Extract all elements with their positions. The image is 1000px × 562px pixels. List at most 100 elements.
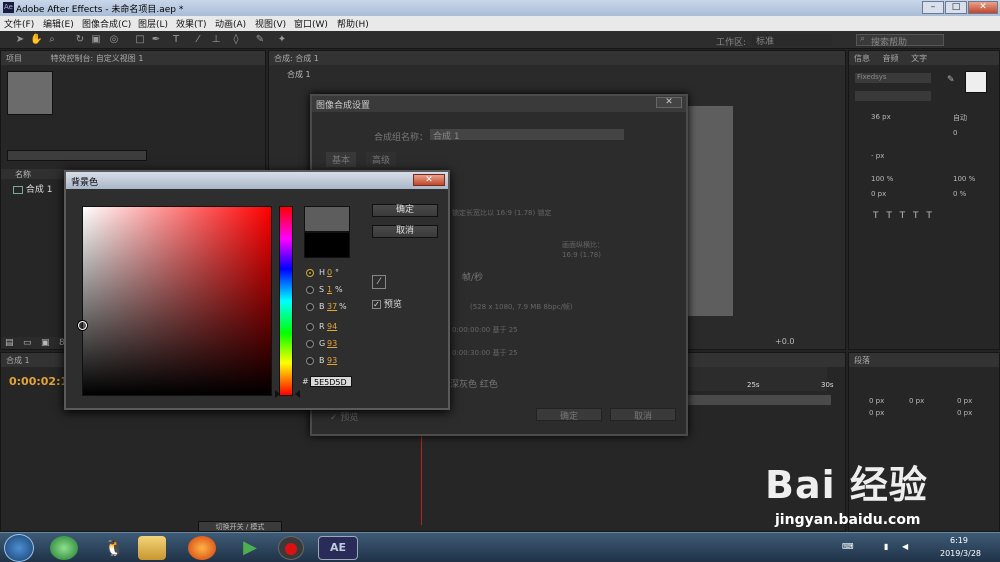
toggle-switches-modes[interactable]: 切换开关 / 模式 (198, 521, 282, 532)
puppet-tool-icon[interactable]: ✦ (276, 34, 288, 46)
tab-project[interactable]: 项目 (6, 54, 22, 63)
brightness-value[interactable]: 37 (327, 302, 337, 311)
font-size-value[interactable]: 36 px (871, 113, 891, 121)
project-item[interactable]: 合成 1 (13, 182, 52, 195)
new-comp-icon[interactable]: ▣ (41, 338, 50, 348)
tab-paragraph[interactable]: 段落 (854, 356, 870, 365)
picker-cancel-button[interactable]: 取消 (372, 225, 438, 238)
app-360-icon[interactable] (50, 536, 78, 560)
tab-advanced[interactable]: 高级 (366, 152, 397, 167)
comp-preview-checkbox[interactable]: ✓ 预览 (330, 410, 358, 423)
vertical-scale-value[interactable]: 100 % (871, 175, 893, 183)
tab-text[interactable]: 文字 (911, 54, 927, 63)
pan-behind-tool-icon[interactable]: ◎ (108, 34, 120, 46)
tab-info[interactable]: 信息 (854, 54, 870, 63)
brush-tool-icon[interactable]: ⁄ (192, 34, 204, 46)
tray-volume-icon[interactable]: ◀ (902, 542, 908, 551)
menu-layer[interactable]: 图层(L) (138, 17, 168, 30)
zoom-tool-icon[interactable]: ⌕ (46, 34, 58, 46)
pen-tool-icon[interactable]: ✒ (150, 34, 162, 46)
project-search-input[interactable] (7, 150, 147, 161)
menu-composition[interactable]: 图像合成(C) (82, 17, 131, 30)
column-name[interactable]: 名称 (15, 170, 31, 179)
search-help-input[interactable]: 搜索帮助 (856, 34, 944, 48)
clock-time[interactable]: 6:19 (950, 536, 968, 545)
firefox-icon[interactable] (188, 536, 216, 560)
leading-value[interactable]: 自动 (953, 113, 967, 123)
indent-left-value[interactable]: 0 px (869, 397, 884, 405)
current-timecode[interactable]: 0:00:02:1 (9, 375, 68, 388)
preview-checkbox[interactable]: ✓ 预览 (372, 297, 402, 310)
saturation-radio[interactable] (306, 286, 314, 294)
mask-tool-icon[interactable]: □ (134, 34, 146, 46)
green-radio[interactable] (306, 340, 314, 348)
tab-timeline-comp[interactable]: 合成 1 (6, 356, 30, 365)
red-value[interactable]: 94 (327, 322, 337, 331)
comp-name-input[interactable]: 合成 1 (430, 129, 624, 142)
comp-cancel-button[interactable]: 取消 (610, 408, 676, 422)
clock-date[interactable]: 2019/3/28 (940, 549, 981, 558)
menu-effect[interactable]: 效果(T) (176, 17, 207, 30)
menu-help[interactable]: 帮助(H) (337, 17, 369, 30)
menu-edit[interactable]: 编辑(E) (43, 17, 74, 30)
tray-keyboard-icon[interactable]: ⌨ (842, 542, 854, 551)
color-field-cursor[interactable] (78, 321, 87, 330)
blue-value[interactable]: 93 (327, 356, 337, 365)
text-tool-icon[interactable]: T (170, 34, 182, 46)
start-button[interactable] (4, 534, 34, 562)
red-radio[interactable] (306, 323, 314, 331)
workspace-select[interactable]: 标准 (752, 34, 832, 47)
menu-file[interactable]: 文件(F) (4, 17, 34, 30)
green-value[interactable]: 93 (327, 339, 337, 348)
menu-animation[interactable]: 动画(A) (215, 17, 246, 30)
minimize-button[interactable]: – (922, 1, 944, 14)
video-player-icon[interactable]: ▶ (236, 536, 264, 560)
hue-slider[interactable] (279, 206, 293, 396)
duration-value[interactable]: 0:00:30:00 基于 25 (452, 348, 518, 358)
interpret-icon[interactable]: ▤ (5, 338, 14, 348)
tab-basic[interactable]: 基本 (326, 152, 357, 167)
after-effects-taskbar-icon[interactable]: AE (318, 536, 358, 560)
font-style-select[interactable] (855, 91, 931, 101)
rotate-tool-icon[interactable]: ↻ (74, 34, 86, 46)
menu-window[interactable]: 窗口(W) (294, 17, 328, 30)
baseline-shift-value[interactable]: 0 px (871, 190, 886, 198)
hex-input[interactable]: 5E5D5D (310, 376, 352, 387)
clone-tool-icon[interactable]: ⊥ (210, 34, 222, 46)
eyedropper-icon[interactable]: ✎ (947, 75, 955, 85)
hue-value[interactable]: 0 (327, 268, 332, 277)
picker-ok-button[interactable]: 确定 (372, 204, 438, 217)
selection-tool-icon[interactable]: ➤ (14, 34, 26, 46)
picker-close-button[interactable]: ✕ (413, 174, 445, 186)
saturation-value[interactable]: 1 (327, 285, 332, 294)
exposure-value[interactable]: +0.0 (775, 337, 794, 346)
tab-audio[interactable]: 音频 (883, 54, 899, 63)
comp-settings-close-button[interactable]: ✕ (656, 97, 682, 108)
text-style-buttons[interactable]: TTTTT (873, 211, 940, 221)
file-explorer-icon[interactable] (138, 536, 166, 560)
tracking-value[interactable]: 0 (953, 129, 957, 137)
eyedropper-icon[interactable]: ⁄ (372, 275, 386, 289)
roto-tool-icon[interactable]: ✎ (254, 34, 266, 46)
hue-slider-left-handle[interactable] (275, 390, 280, 398)
indent-first-value[interactable]: 0 px (909, 397, 924, 405)
close-button[interactable]: ✕ (968, 1, 998, 14)
maximize-button[interactable]: □ (945, 1, 967, 14)
blue-radio[interactable] (306, 357, 314, 365)
eraser-tool-icon[interactable]: ◊ (230, 34, 242, 46)
menu-view[interactable]: 视图(V) (255, 17, 286, 30)
hue-slider-right-handle[interactable] (295, 390, 300, 398)
comp-ok-button[interactable]: 确定 (536, 408, 602, 422)
record-icon[interactable] (278, 536, 304, 560)
new-folder-icon[interactable]: ▭ (23, 338, 32, 348)
hand-tool-icon[interactable]: ✋ (30, 34, 42, 46)
start-timecode[interactable]: 0:00:00:00 基于 25 (452, 325, 518, 335)
original-color-swatch[interactable] (304, 232, 350, 258)
fill-color-swatch[interactable] (965, 71, 987, 93)
font-family-select[interactable]: Fixedsys (855, 73, 931, 83)
tray-network-icon[interactable]: ▮ (884, 542, 888, 551)
brightness-radio[interactable] (306, 303, 314, 311)
indent-right-value[interactable]: 0 px (957, 397, 972, 405)
space-after-value[interactable]: 0 px (957, 409, 972, 417)
comp-breadcrumb[interactable]: 合成 1 (287, 69, 311, 80)
